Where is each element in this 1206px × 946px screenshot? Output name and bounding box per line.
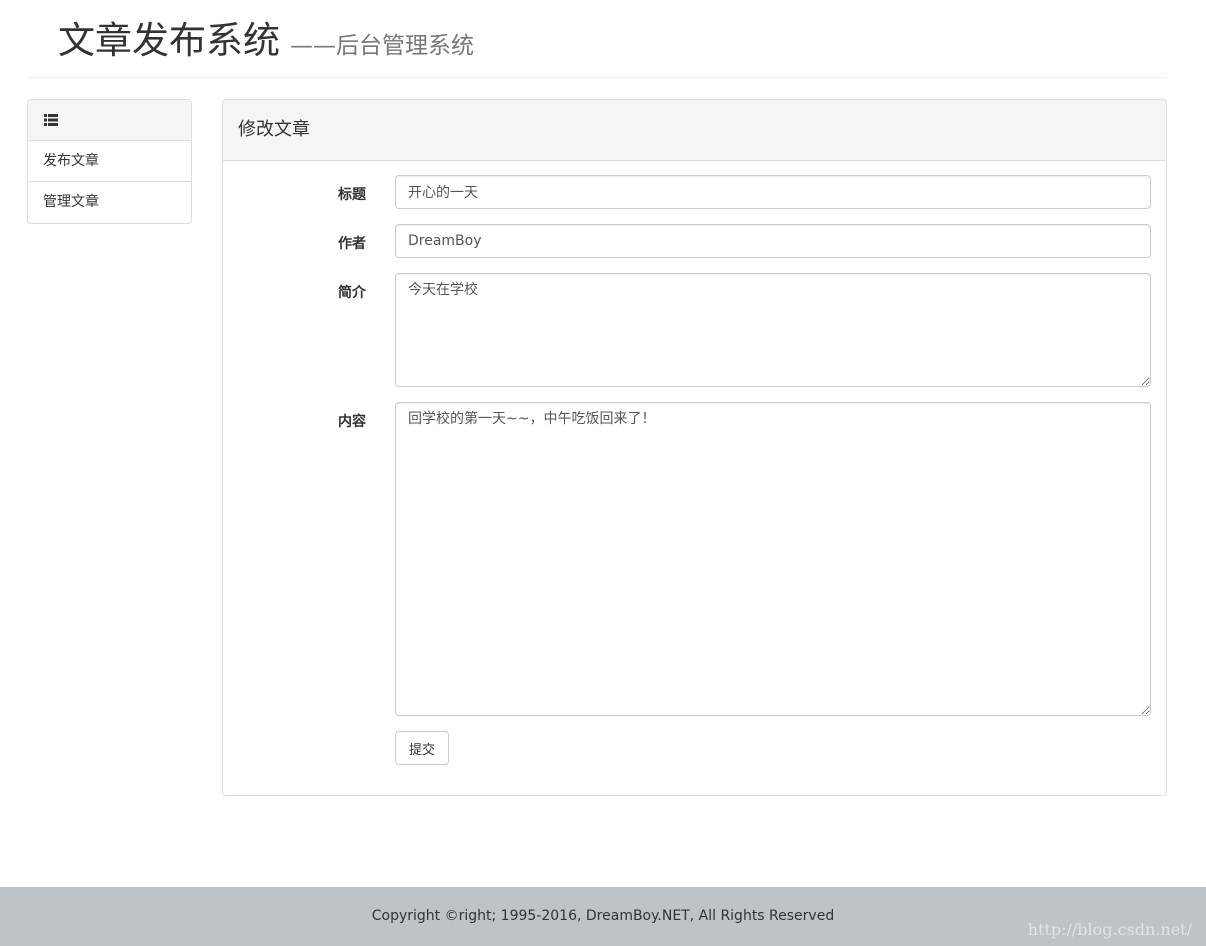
content-textarea[interactable]: 回学校的第一天~~，中午吃饭回来了！ (395, 402, 1151, 716)
content-label: 内容 (338, 414, 366, 430)
summary-label: 简介 (338, 285, 366, 301)
site-title: 文章发布系统 ——后台管理系统 (58, 18, 474, 69)
sidebar-item-manage-articles[interactable]: 管理文章 (28, 182, 191, 223)
site-title-text: 文章发布系统 (58, 19, 280, 62)
list-icon (44, 114, 58, 126)
sidebar: 发布文章 管理文章 (27, 99, 192, 224)
footer: Copyright ©right; 1995-2016, DreamBoy.NE… (0, 887, 1206, 946)
watermark: http://blog.csdn.net/ (1027, 920, 1192, 939)
page-header: 文章发布系统 ——后台管理系统 (28, 0, 1167, 78)
author-label: 作者 (338, 236, 366, 252)
summary-textarea[interactable]: 今天在学校 (395, 273, 1151, 387)
title-label: 标题 (338, 187, 366, 203)
submit-button[interactable]: 提交 (395, 731, 449, 765)
edit-article-panel: 修改文章 标题 作者 简介 今天在学校 内容 回学校的第一天~~，中午吃饭回来了… (222, 99, 1167, 796)
page: 文章发布系统 ——后台管理系统 发布文章 管理文章 修改文章 标题 作者 简介 今… (0, 0, 1206, 946)
author-input[interactable] (395, 224, 1151, 258)
sidebar-item-publish-article[interactable]: 发布文章 (28, 141, 191, 182)
title-input[interactable] (395, 175, 1151, 209)
panel-title: 修改文章 (223, 100, 1166, 161)
sidebar-heading (28, 100, 191, 141)
footer-copyright: Copyright ©right; 1995-2016, DreamBoy.NE… (371, 908, 835, 924)
site-subtitle: ——后台管理系统 (290, 33, 474, 59)
